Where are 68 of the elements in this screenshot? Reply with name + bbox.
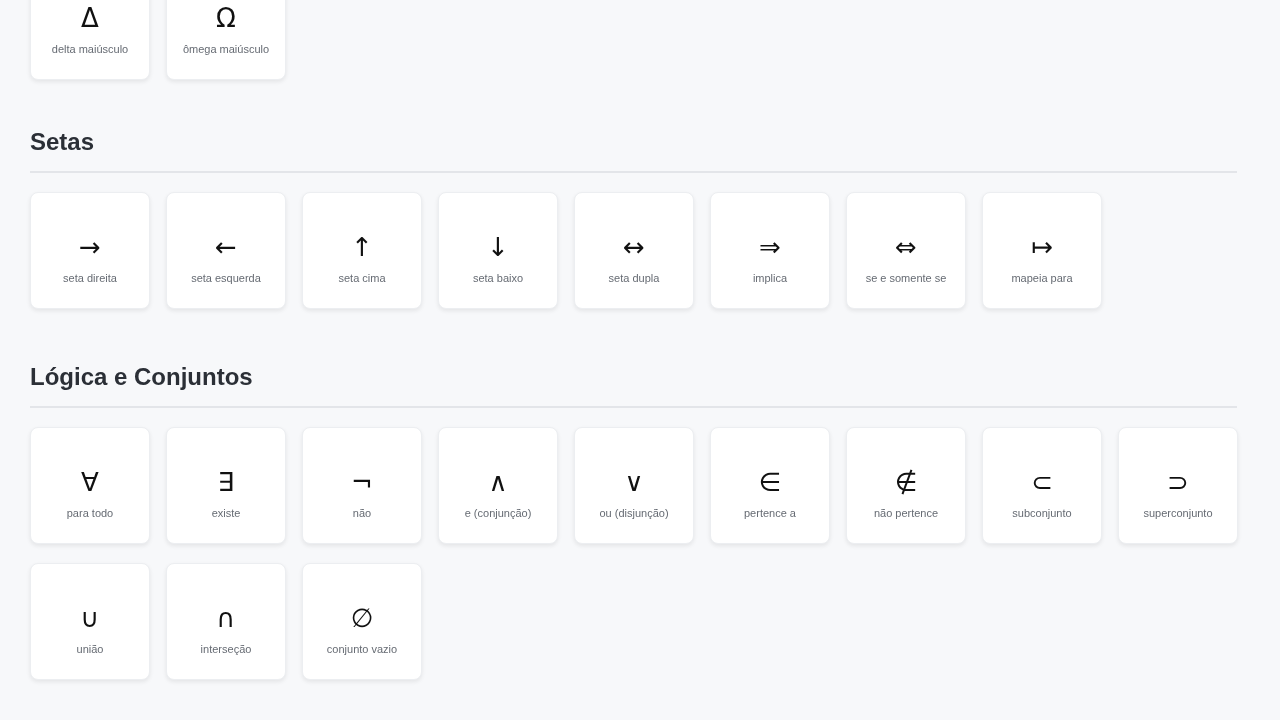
symbol-card[interactable]: ∨ ou (disjunção) (574, 427, 694, 544)
symbol-glyph: ⇔ (895, 230, 917, 264)
section-heading: Setas (30, 127, 96, 157)
symbol-glyph: ∀ (81, 465, 99, 499)
symbol-glyph: ∩ (216, 601, 236, 635)
symbol-glyph: Δ (81, 1, 99, 35)
symbol-glyph: ↑ (351, 230, 373, 264)
symbol-card[interactable]: ↦ mapeia para (982, 192, 1102, 309)
symbol-label: interseção (200, 642, 252, 655)
symbol-glyph: ∉ (894, 465, 918, 499)
symbol-label: delta maiúsculo (51, 42, 129, 55)
symbol-glyph: ← (215, 230, 237, 264)
symbol-label: seta direita (63, 271, 117, 284)
symbol-card[interactable]: ∪ união (30, 563, 150, 680)
symbol-card[interactable]: ∃ existe (166, 427, 286, 544)
symbol-card[interactable]: ∩ interseção (166, 563, 286, 680)
symbol-card[interactable]: ∧ e (conjunção) (438, 427, 558, 544)
symbol-label: superconjunto (1143, 506, 1213, 519)
symbol-glyph: ∈ (758, 465, 782, 499)
symbol-card[interactable]: ∅ conjunto vazio (302, 563, 422, 680)
symbol-card[interactable]: ∉ não pertence (846, 427, 966, 544)
symbol-card[interactable]: ← seta esquerda (166, 192, 286, 309)
symbol-card[interactable]: → seta direita (30, 192, 150, 309)
symbol-label: não (352, 506, 372, 519)
symbol-label: pertence a (744, 506, 796, 519)
symbol-card[interactable]: ∀ para todo (30, 427, 150, 544)
symbol-card[interactable]: ⊃ superconjunto (1118, 427, 1238, 544)
symbol-glyph: Ω (216, 1, 236, 35)
symbol-label: ou (disjunção) (599, 506, 669, 519)
symbol-card[interactable]: ↑ seta cima (302, 192, 422, 309)
symbol-glyph: ∅ (350, 601, 374, 635)
symbol-label: ômega maiúsculo (182, 42, 270, 55)
symbol-card[interactable]: ∈ pertence a (710, 427, 830, 544)
symbol-card[interactable]: ⊂ subconjunto (982, 427, 1102, 544)
symbol-label: seta cima (338, 271, 386, 284)
symbol-label: seta baixo (472, 271, 524, 284)
section-heading: Lógica e Conjuntos (30, 362, 254, 392)
symbol-glyph: ⇒ (759, 230, 781, 264)
symbol-glyph: → (79, 230, 101, 264)
symbol-label: e (conjunção) (464, 506, 532, 519)
symbol-label: não pertence (873, 506, 939, 519)
symbol-card[interactable]: ¬ não (302, 427, 422, 544)
symbol-label: subconjunto (1012, 506, 1072, 519)
symbol-label: implica (752, 271, 788, 284)
symbol-card[interactable]: Ω ômega maiúsculo (166, 0, 286, 80)
symbol-glyph: ↦ (1031, 230, 1053, 264)
symbol-card[interactable]: ⇒ implica (710, 192, 830, 309)
symbol-card[interactable]: Δ delta maiúsculo (30, 0, 150, 80)
symbol-label: união (76, 642, 104, 655)
symbol-label: para todo (66, 506, 114, 519)
symbol-glyph: ∃ (217, 465, 235, 499)
symbol-glyph: ∨ (624, 465, 644, 499)
symbol-glyph: ↔ (623, 230, 645, 264)
symbol-glyph: ↓ (487, 230, 509, 264)
symbol-label: conjunto vazio (326, 642, 398, 655)
symbol-label: existe (211, 506, 241, 519)
symbol-glyph: ¬ (351, 465, 373, 499)
symbol-glyph: ⊃ (1167, 465, 1189, 499)
symbol-card[interactable]: ↓ seta baixo (438, 192, 558, 309)
symbol-label: se e somente se (865, 271, 947, 284)
symbol-card[interactable]: ⇔ se e somente se (846, 192, 966, 309)
symbol-label: seta esquerda (191, 271, 261, 284)
symbol-glyph: ∧ (488, 465, 508, 499)
symbol-glyph: ⊂ (1031, 465, 1053, 499)
symbol-label: seta dupla (608, 271, 660, 284)
symbol-card[interactable]: ↔ seta dupla (574, 192, 694, 309)
symbol-label: mapeia para (1011, 271, 1073, 284)
symbol-glyph: ∪ (80, 601, 100, 635)
